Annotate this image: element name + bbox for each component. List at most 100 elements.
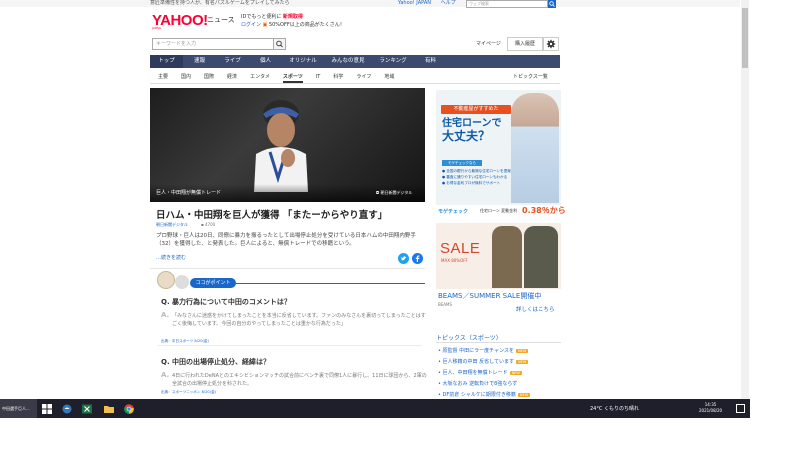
ad-sale-text: SALE: [440, 240, 481, 257]
topics-heading[interactable]: トピックス（スポーツ）: [436, 333, 502, 342]
topic-list-link[interactable]: トピックス一覧: [513, 73, 548, 80]
web-search-input[interactable]: ウェブ検索: [466, 0, 548, 8]
mypage-link[interactable]: マイページ: [476, 40, 501, 47]
blank-area: [0, 418, 800, 450]
login-link[interactable]: ログイン: [241, 22, 261, 28]
category-local[interactable]: 地域: [384, 70, 394, 83]
topic-item[interactable]: • 巨人、中田翔を無償トレード NEW: [438, 369, 522, 376]
category-main[interactable]: 主要: [158, 70, 168, 83]
ad-tag: モゲチェックなら: [442, 160, 482, 166]
new-badge: NEW: [509, 371, 522, 375]
browser-screen: 意匠準備性を持つ人が、有名パズルゲームをプレイしてみたら YAHOO! ニュース…: [0, 0, 800, 450]
header-id-promo[interactable]: IDでもっと便利に 新規取得: [241, 13, 303, 20]
topic-item[interactable]: • 原監督 中田にラー度チャンスを NEW: [438, 347, 529, 354]
category-entertainment[interactable]: エンタメ: [250, 70, 270, 83]
question-mark: Q.: [161, 298, 173, 306]
divider: [158, 345, 422, 346]
category-domestic[interactable]: 国内: [181, 70, 191, 83]
clock[interactable]: 14:35 2021/08/20: [699, 402, 722, 414]
topic-item[interactable]: • 大坂なおみ 逆転負けで8強ならず: [438, 380, 517, 387]
qa-question[interactable]: Q. 暴力行為について中田のコメントは？: [161, 297, 291, 307]
category-world[interactable]: 国際: [204, 70, 214, 83]
qa-answer: 4日に行われたDeNAとのエキシビションマッチの試合前にベンチ裏で同僚1人に暴行…: [172, 373, 427, 387]
logo-section-label[interactable]: ニュース: [207, 15, 235, 25]
qa-source[interactable]: 出典：スポーツニッポン 8/20(金): [161, 390, 216, 395]
category-it[interactable]: IT: [316, 70, 321, 83]
help-link[interactable]: ヘルプ: [441, 0, 456, 6]
excel-icon[interactable]: [82, 404, 92, 414]
nav-item-top[interactable]: トップ: [150, 55, 183, 68]
ad-feature: ● お得な金利プロが無料でサポート: [442, 181, 501, 185]
windows-icon[interactable]: [42, 404, 52, 414]
header-login-promo[interactable]: ログイン ▣ 50%OFF以上の商品がたくさん！: [241, 21, 345, 28]
nav-item-ranking[interactable]: ランキング: [372, 55, 414, 68]
nav-item-paid[interactable]: 有料: [414, 55, 447, 68]
qa-question-text: 中田の出場停止処分、経緯は？: [172, 358, 271, 366]
chrome-icon[interactable]: [124, 404, 134, 414]
new-badge: NEW: [516, 360, 529, 364]
question-mark: Q.: [161, 358, 173, 366]
answer-mark: A.: [161, 371, 170, 379]
promo-bar[interactable]: 意匠準備性を持つ人が、有名パズルゲームをプレイしてみたら: [0, 0, 740, 7]
edge-icon[interactable]: [62, 404, 72, 414]
purchase-history-button[interactable]: 購入履歴: [507, 37, 543, 51]
weather-widget[interactable]: 24°C くもりのち晴れ: [590, 405, 639, 412]
folder-icon[interactable]: [104, 404, 114, 414]
category-nav: 主要 国内 国際 経済 エンタメ スポーツ IT 科学 ライフ 地域: [150, 70, 560, 84]
topic-item[interactable]: • 巨人移籍の中田 反省しています NEW: [438, 358, 529, 365]
ad-model-photo: [524, 226, 558, 288]
register-link[interactable]: 新規取得: [283, 14, 303, 20]
twitter-share-button[interactable]: [398, 253, 409, 264]
topic-item[interactable]: • DF前倉 シャルケに期限付き移籍 NEW: [438, 391, 531, 398]
category-economy[interactable]: 経済: [227, 70, 237, 83]
divider: [436, 342, 561, 343]
nav-item-individual[interactable]: 個人: [249, 55, 282, 68]
coupon-icon: ▣: [262, 22, 268, 28]
nav-item-opinions[interactable]: みんなの意見: [324, 55, 372, 68]
ad-title[interactable]: BEAMS／SUMMER SALE開催中: [438, 291, 541, 301]
qa-question[interactable]: Q. 中田の出場停止処分、経緯は？: [161, 357, 270, 367]
ad-rate: 0.38％から: [522, 206, 566, 215]
ad-feature-list: ● 全国の銀行から最適な住宅ローンを提案 ● 審査に通りやすい住宅ローンもわかる…: [442, 168, 511, 186]
comment-count[interactable]: ▪ 4700: [201, 222, 215, 227]
ad-model-photo: [492, 226, 522, 288]
category-sports[interactable]: スポーツ: [282, 70, 303, 83]
player-photo: [254, 100, 308, 192]
hero-caption: 巨人・中田翔が無償トレード: [156, 190, 222, 196]
scrollbar-thumb[interactable]: [742, 8, 748, 68]
nav-item-original[interactable]: オリジナル: [282, 55, 324, 68]
header-links: Yahoo! JAPAN ヘルプ: [398, 0, 464, 7]
comment-count-value: 4700: [205, 222, 216, 227]
facebook-share-button[interactable]: [412, 253, 423, 264]
ad-headline-line2: 大丈夫？: [442, 129, 491, 143]
article-summary: プロ野球・巨人は20日、同僚に暴力を振るったとして出場停止処分を受けている日本ハ…: [156, 233, 416, 247]
nav-item-breaking[interactable]: 速報: [183, 55, 216, 68]
mascot-avatar: [157, 271, 175, 289]
twitter-icon: [400, 256, 407, 261]
article-byline[interactable]: 朝日新聞デジタル: [156, 222, 188, 228]
answer-mark: A.: [161, 311, 170, 319]
category-life[interactable]: ライフ: [356, 70, 371, 83]
topic-item-text: 巨人移籍の中田 反省しています: [442, 359, 514, 365]
ad-details-link[interactable]: 詳しくはこちら: [516, 305, 555, 313]
header-sale-text[interactable]: 50%OFF以上の商品がたくさん！: [269, 22, 345, 28]
nav-item-live[interactable]: ライブ: [216, 55, 249, 68]
category-science[interactable]: 科学: [333, 70, 343, 83]
yahoo-japan-link[interactable]: Yahoo! JAPAN: [398, 0, 431, 6]
logo-sub-label: JAPAN: [152, 26, 161, 30]
keyword-search-input[interactable]: キーワードを入力: [152, 38, 274, 50]
ad-banner-label: 不動産屋がすすめた: [441, 105, 511, 114]
settings-button[interactable]: [543, 37, 559, 51]
topic-item-text: 巨人、中田翔を無償トレード: [442, 370, 508, 376]
web-search-button[interactable]: [548, 0, 556, 8]
article-title[interactable]: 日ハム・中田翔を巨人が獲得 「またーからやり直す」: [156, 207, 387, 221]
point-badge: ココがポイント: [190, 278, 236, 288]
new-badge: NEW: [516, 349, 529, 353]
ad-brand: モゲチェック: [438, 209, 469, 215]
keyword-search-button[interactable]: [274, 38, 286, 50]
qa-source[interactable]: 出典：中日スポーツ 8/20(金): [161, 339, 209, 344]
read-more-link[interactable]: …続きを読む: [156, 254, 186, 261]
qa-question-text: 暴力行為について中田のコメントは？: [172, 298, 291, 306]
ad-brand: BEAMS: [438, 302, 452, 307]
notification-icon[interactable]: [736, 404, 745, 413]
